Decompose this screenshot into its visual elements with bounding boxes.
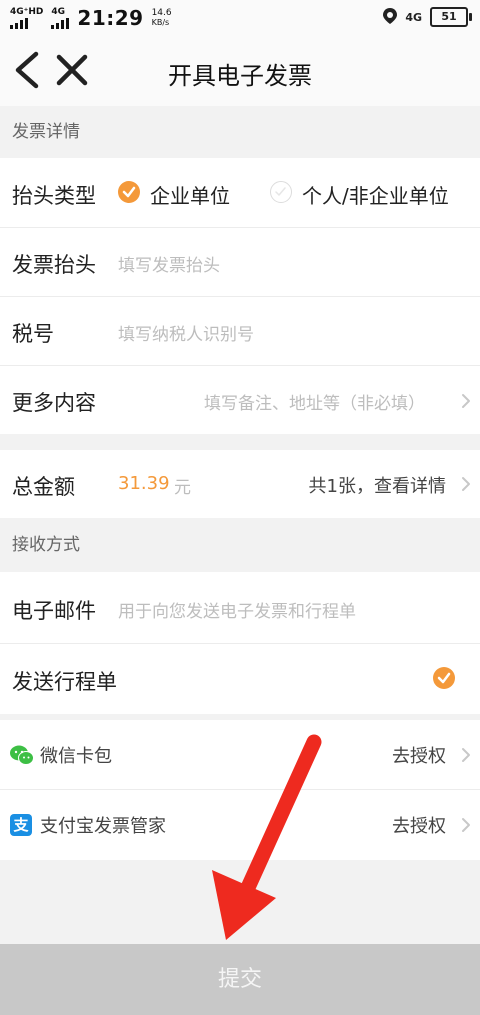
chevron-right-icon [460, 745, 472, 765]
alipay-authorize-button[interactable]: 去授权 [392, 812, 446, 838]
invoice-header-row[interactable]: 发票抬头 填写发票抬头 [0, 228, 480, 297]
signal-icon-1 [10, 17, 28, 29]
network-indicator-2: 4G [51, 6, 70, 29]
total-amount: 31.39 [118, 473, 170, 494]
itinerary-checkbox-icon[interactable] [433, 667, 455, 689]
network-indicator-1: 4G⁺HD [10, 6, 44, 29]
clock: 21:29 [77, 6, 144, 30]
wechat-wallet-label: 微信卡包 [40, 746, 112, 767]
wechat-authorize-button[interactable]: 去授权 [392, 742, 446, 768]
chevron-right-icon [460, 391, 472, 411]
radio-personal[interactable]: 个人/非企业单位 [270, 158, 470, 228]
invoice-header-input[interactable]: 填写发票抬头 [118, 251, 220, 276]
page-title: 开具电子发票 [168, 62, 312, 90]
radio-unchecked-icon [270, 181, 292, 203]
wechat-icon [10, 744, 34, 766]
radio-company[interactable]: 企业单位 [118, 158, 248, 228]
tax-id-row[interactable]: 税号 填写纳税人识别号 [0, 297, 480, 366]
tax-id-label: 税号 [12, 322, 54, 346]
radio-checked-icon [118, 181, 140, 203]
bottom-spacer [0, 860, 480, 944]
email-row[interactable]: 电子邮件 用于向您发送电子发票和行程单 [0, 572, 480, 644]
radio-company-label: 企业单位 [150, 184, 230, 208]
status-right: 4G 51 [383, 7, 472, 27]
more-content-input: 填写备注、地址等（非必填） [204, 394, 425, 414]
email-label: 电子邮件 [12, 599, 96, 623]
more-content-label: 更多内容 [12, 391, 96, 415]
section-header-invoice: 发票详情 [0, 106, 480, 158]
total-unit: 元 [174, 478, 191, 498]
total-detail-link[interactable]: 共1张，查看详情 [309, 472, 446, 498]
signal-icon-2 [51, 17, 70, 29]
total-row[interactable]: 总金额 31.39 元 共1张，查看详情 [0, 450, 480, 518]
network-label-right: 4G [405, 10, 422, 24]
section-header-receive: 接收方式 [0, 518, 480, 572]
battery-icon: 51 [430, 7, 472, 27]
send-itinerary-row[interactable]: 发送行程单 [0, 644, 480, 714]
send-itinerary-label: 发送行程单 [12, 670, 117, 694]
invoice-header-label: 发票抬头 [12, 253, 96, 277]
header-type-row: 抬头类型 企业单位 个人/非企业单位 [0, 158, 480, 228]
total-label: 总金额 [12, 475, 75, 499]
email-input[interactable]: 用于向您发送电子发票和行程单 [118, 597, 356, 622]
net-speed-unit: KB/s [151, 18, 170, 27]
spacer [0, 434, 480, 450]
net-speed: 14.6 KB/s [151, 8, 172, 28]
location-icon [383, 7, 398, 27]
chevron-right-icon [460, 815, 472, 835]
chevron-right-icon [460, 474, 472, 494]
submit-button[interactable]: 提交 [0, 944, 480, 1015]
net-speed-value: 14.6 [151, 8, 172, 18]
alipay-wallet-label: 支付宝发票管家 [40, 816, 166, 837]
status-left: 4G⁺HD 4G 21:29 14.6 KB/s [10, 6, 172, 30]
network-label-1: 4G⁺HD [10, 6, 44, 17]
network-label-2: 4G [51, 6, 66, 17]
header-type-label: 抬头类型 [12, 184, 96, 208]
more-content-row[interactable]: 更多内容 填写备注、地址等（非必填） [0, 366, 480, 434]
alipay-wallet-row[interactable]: 支 支付宝发票管家 去授权 [0, 790, 480, 860]
wechat-wallet-row[interactable]: 微信卡包 去授权 [0, 720, 480, 790]
radio-personal-label: 个人/非企业单位 [302, 184, 449, 208]
alipay-icon: 支 [10, 814, 32, 836]
tax-id-input[interactable]: 填写纳税人识别号 [118, 320, 254, 345]
battery-level: 51 [441, 10, 457, 23]
